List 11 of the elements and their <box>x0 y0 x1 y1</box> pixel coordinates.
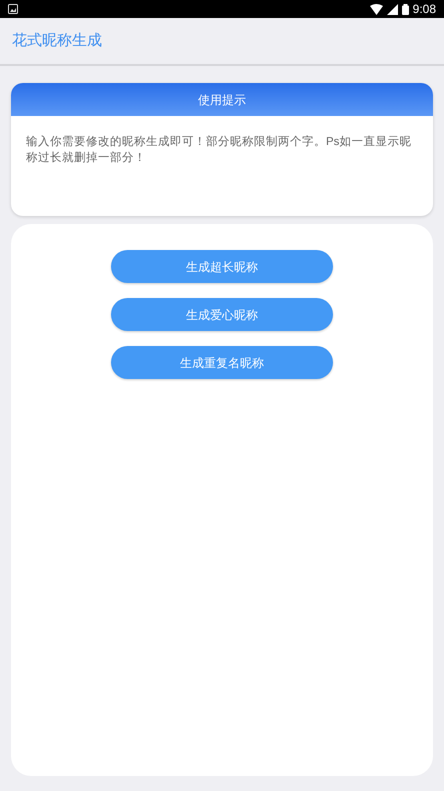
status-time: 9:08 <box>412 3 436 15</box>
generate-button[interactable]: 生成重复名昵称 <box>111 346 333 379</box>
image-icon <box>8 4 18 14</box>
tip-text: 输入你需要修改的昵称生成即可！部分昵称限制两个字。Ps如一直显示昵称过长就删掉一部分！ <box>25 134 412 166</box>
wifi-icon <box>370 4 383 14</box>
signal-icon <box>386 4 398 14</box>
generate-button[interactable]: 生成爱心昵称 <box>111 298 333 331</box>
battery-icon <box>402 4 409 14</box>
generate-button[interactable]: 生成超长昵称 <box>111 250 333 283</box>
app-title: 花式昵称生成 <box>12 30 102 51</box>
tip-title: 使用提示 <box>198 92 246 108</box>
